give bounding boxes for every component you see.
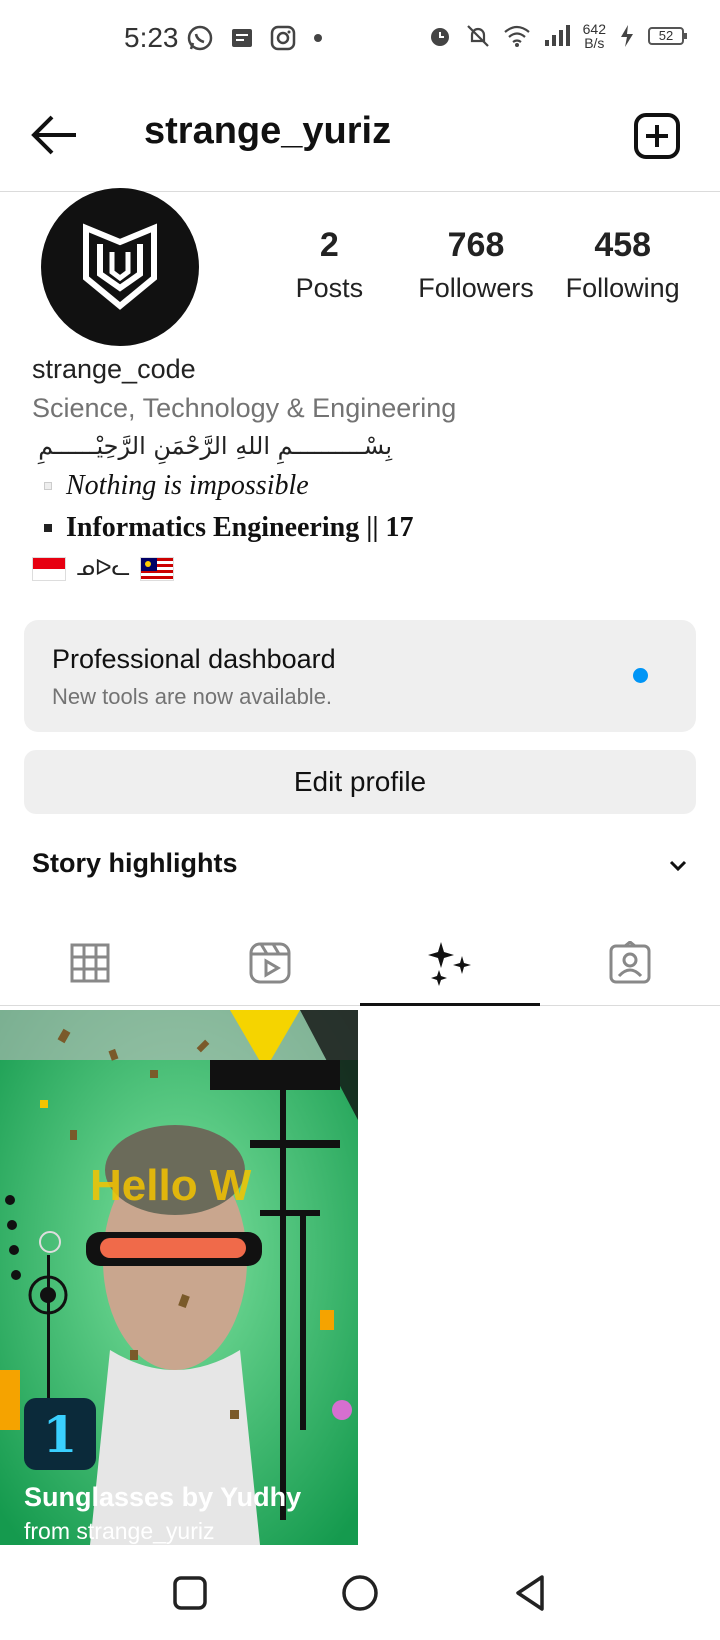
bio-study: Informatics Engineering || 17: [66, 512, 414, 543]
avatar[interactable]: [41, 188, 199, 346]
net-speed: 642 B/s: [583, 22, 606, 50]
stat-label: Followers: [418, 273, 534, 303]
story-highlights-label: Story highlights: [32, 848, 238, 878]
bullet-icon: [44, 482, 52, 490]
charging-icon: [621, 25, 633, 47]
bio-motto: Nothing is impossible: [66, 470, 309, 501]
profile-header-bar: strange_yuriz: [0, 80, 720, 192]
chevron-down-icon[interactable]: [668, 856, 688, 876]
net-speed-value: 642: [582, 21, 606, 37]
tagged-icon: [609, 940, 651, 983]
status-time: 5:23: [124, 22, 179, 53]
stat-label: Posts: [295, 273, 364, 303]
stat-posts[interactable]: 2 Posts: [256, 226, 403, 304]
home-icon[interactable]: [340, 1573, 380, 1613]
logo-icon: [83, 223, 157, 310]
system-nav-bar: [0, 1545, 720, 1640]
status-right-icons: 642 B/s 52: [427, 22, 687, 50]
profile-category: Science, Technology & Engineering: [32, 393, 457, 423]
message-icon: [232, 29, 252, 47]
stat-label: Following: [565, 273, 680, 303]
new-post-icon[interactable]: [634, 113, 680, 159]
dashboard-subtitle: New tools are now available.: [52, 684, 333, 709]
story-highlights-row[interactable]: Story highlights: [32, 848, 688, 888]
back-nav-icon[interactable]: [510, 1573, 550, 1613]
effect-overlay-text: Hello W: [90, 1161, 252, 1210]
professional-dashboard-card[interactable]: Professional dashboard New tools are now…: [24, 620, 696, 732]
bio-arabic-text: بِسْــــــــــمِ اللهِ الرَّحْمَنِ الرَّ…: [38, 432, 392, 460]
bio-flags-symbol: ᓄᐅᓚ: [76, 556, 131, 581]
profile-stats: 2 Posts 768 Followers 458 Following: [256, 226, 696, 304]
tab-tagged[interactable]: [540, 920, 720, 1005]
bio-line-motto: Nothing is impossible: [32, 470, 692, 502]
alarm-icon: [430, 28, 449, 46]
wifi-icon: [503, 25, 530, 47]
malaysia-flag-icon: [140, 556, 175, 581]
reels-icon: [249, 942, 291, 983]
profile-name: strange_code: [32, 354, 196, 384]
battery-indicator: 52: [648, 27, 687, 45]
effect-post-thumbnail[interactable]: Hello W 1 Sunglasses by Yudhy from stran…: [0, 1010, 358, 1545]
effect-badge-icon: 1: [24, 1398, 96, 1470]
profile-bio: strange_code Science, Technology & Engin…: [32, 354, 692, 581]
stat-followers[interactable]: 768 Followers: [403, 226, 550, 304]
bio-flags: ᓄᐅᓚ: [32, 556, 692, 581]
dashboard-title: Professional dashboard: [52, 644, 336, 674]
effect-name: Sunglasses by Yudhy: [24, 1482, 302, 1512]
status-left-icons: [186, 24, 324, 52]
net-speed-unit: B/s: [584, 35, 605, 51]
profile-tabs: [0, 920, 720, 1006]
tab-posts-grid[interactable]: [0, 920, 180, 1005]
mute-icon: [466, 25, 489, 47]
edit-profile-button[interactable]: Edit profile: [24, 750, 696, 814]
bio-line-study: Informatics Engineering || 17: [32, 512, 692, 544]
tab-reels[interactable]: [180, 920, 360, 1005]
effect-badge-text: 1: [42, 1404, 78, 1464]
recent-apps-icon[interactable]: [170, 1573, 210, 1613]
stat-following[interactable]: 458 Following: [549, 226, 696, 304]
effects-icon: [428, 941, 471, 986]
instagram-icon: [270, 25, 296, 51]
whatsapp-icon: [187, 25, 213, 51]
notification-dot-icon: [633, 668, 648, 683]
tab-effects[interactable]: [360, 920, 540, 1006]
stat-value: 768: [447, 226, 505, 264]
page-title: strange_yuriz: [144, 110, 392, 152]
status-bar: 5:23 642 B/s 52: [0, 0, 720, 80]
stat-value: 458: [594, 226, 652, 264]
signal-icon: [544, 25, 570, 46]
back-arrow-icon[interactable]: [30, 113, 80, 157]
indonesia-flag-icon: [32, 556, 66, 581]
bullet-icon: [44, 524, 52, 532]
dot-icon: [314, 34, 322, 42]
stat-value: 2: [319, 226, 339, 264]
grid-icon: [70, 943, 110, 982]
effect-creator: from strange_yuriz: [24, 1518, 215, 1544]
